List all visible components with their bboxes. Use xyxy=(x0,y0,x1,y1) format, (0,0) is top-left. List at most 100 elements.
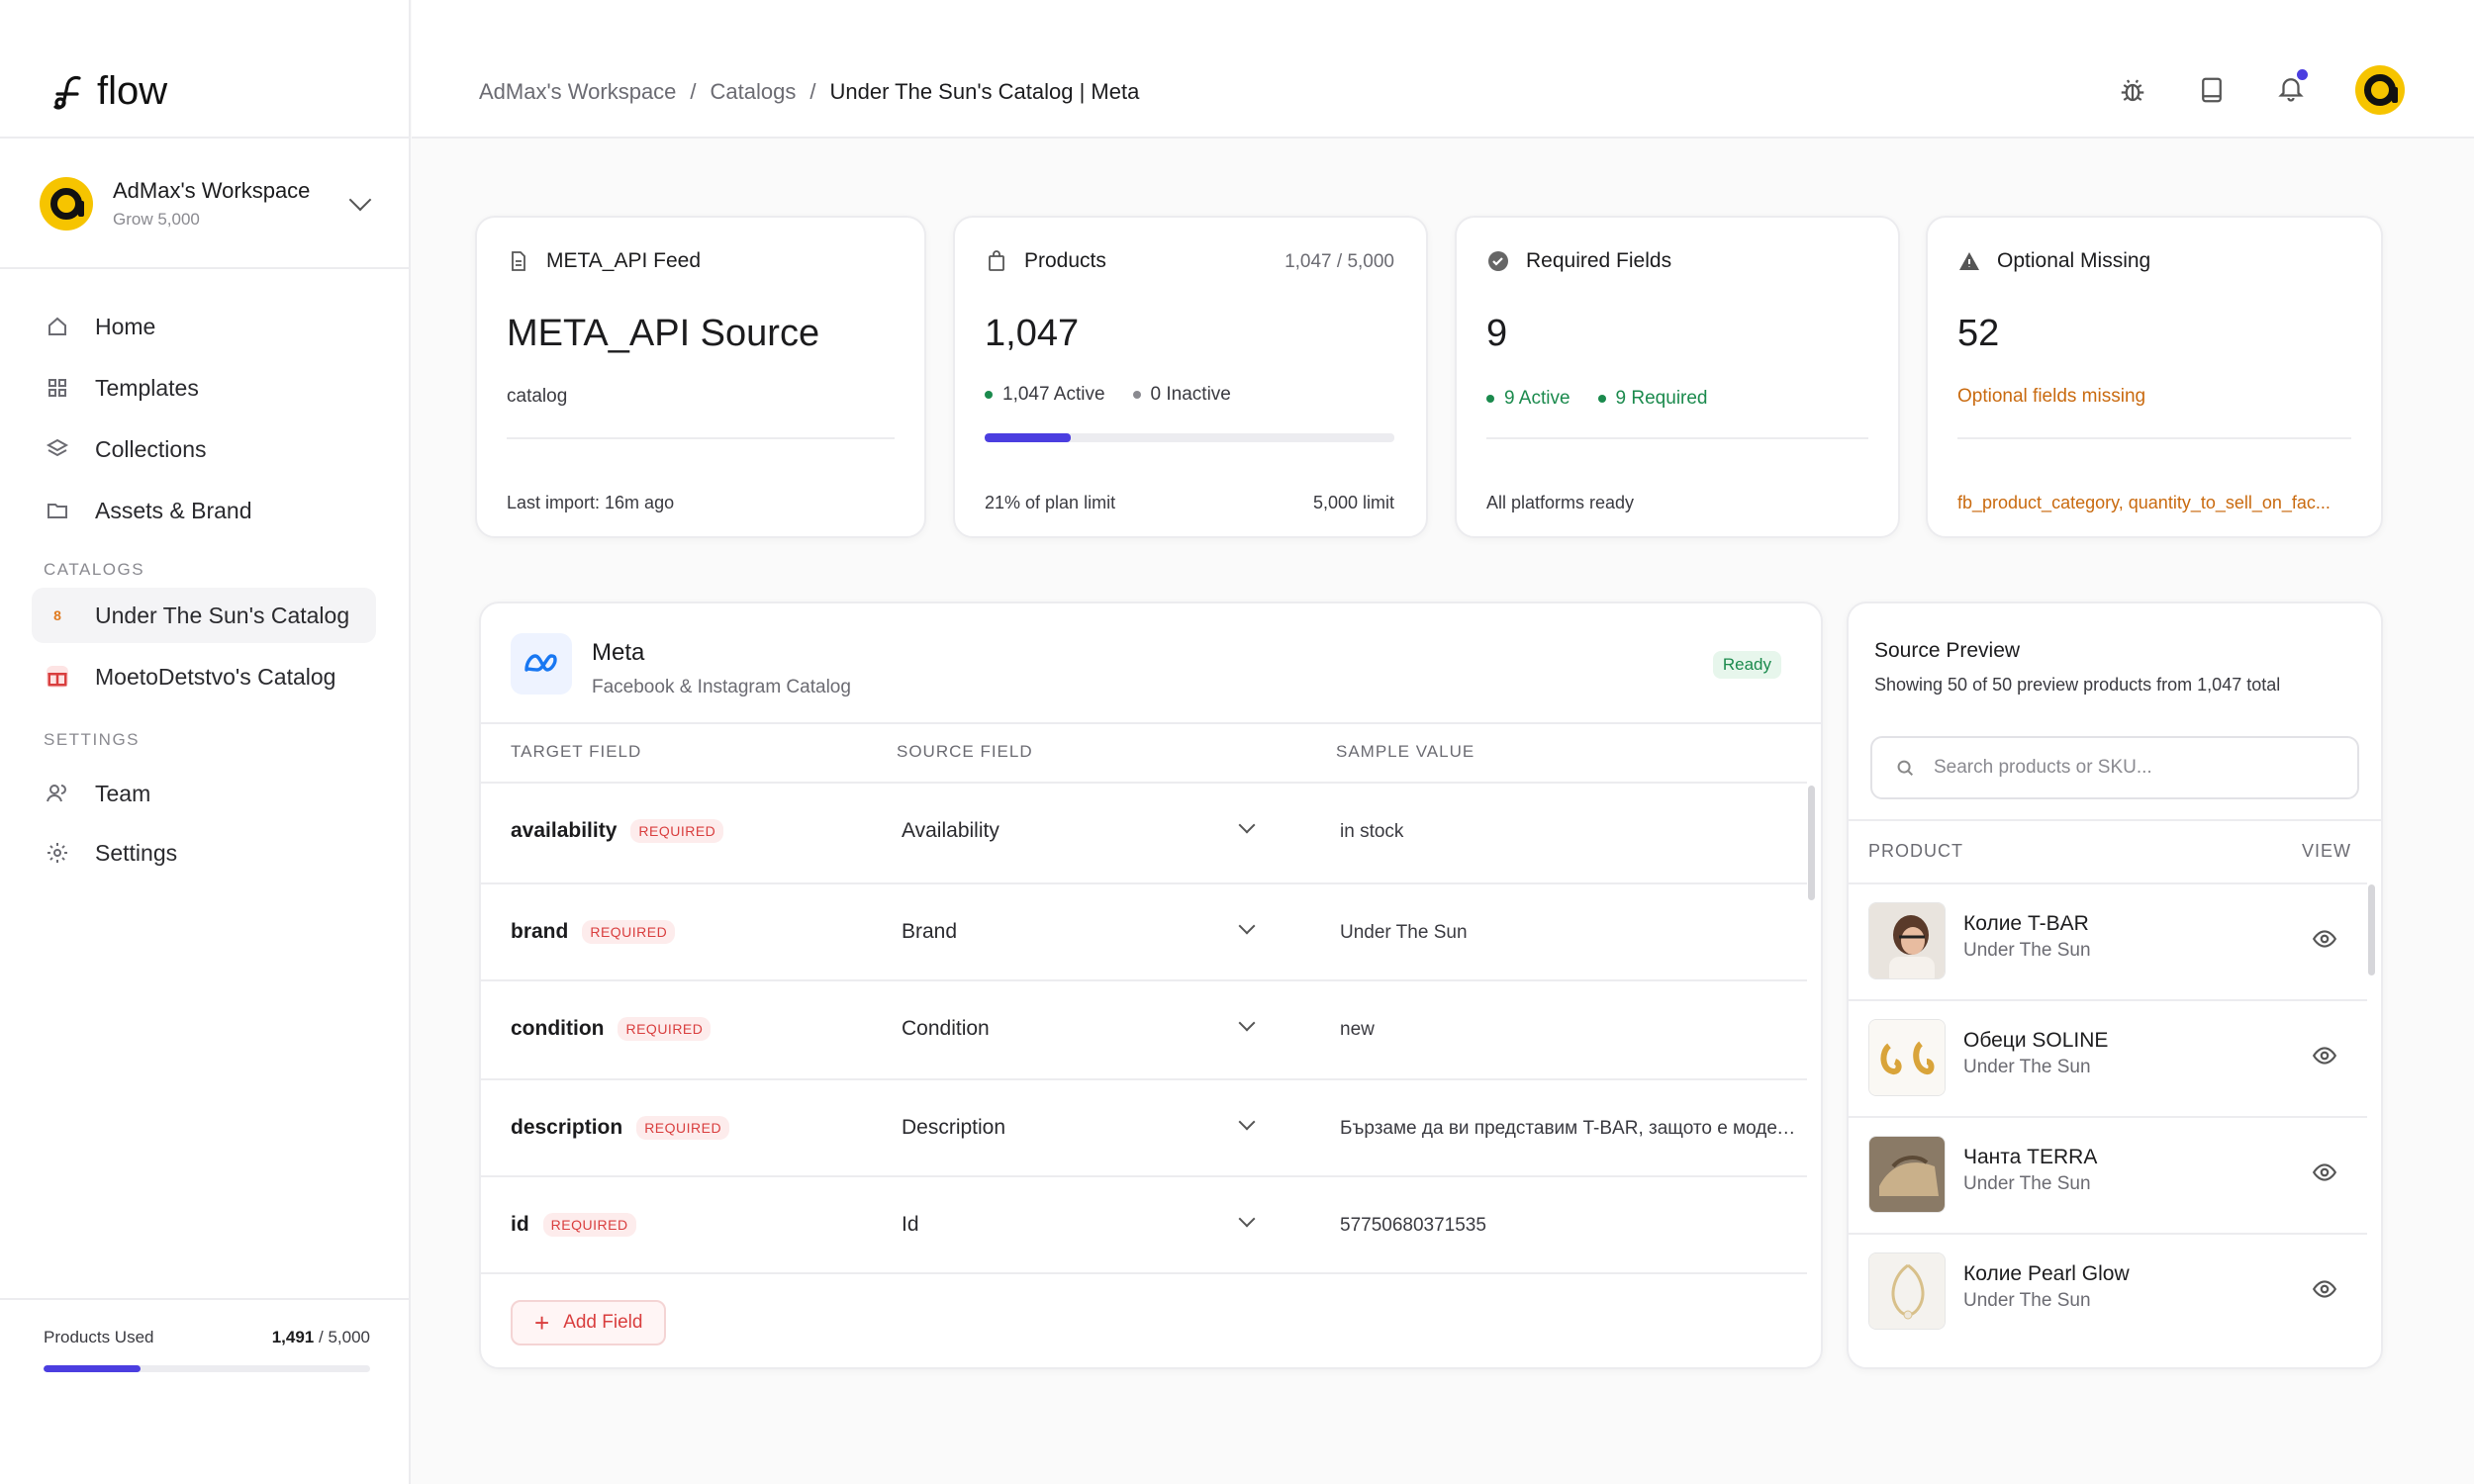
flow-logo-icon xyxy=(53,75,81,110)
gear-icon xyxy=(44,839,71,867)
list-item[interactable]: Колие Pearl Glow Under The Sun xyxy=(1849,1233,2367,1349)
breadcrumb-catalogs[interactable]: Catalogs xyxy=(711,79,797,105)
sample-value: new xyxy=(1340,1019,1375,1040)
catalog-name: MoetoDetstvo's Catalog xyxy=(95,663,336,690)
source-field-select[interactable]: Description xyxy=(902,1116,1005,1140)
source-field-select[interactable]: Condition xyxy=(902,1017,990,1041)
usage-used: 1,491 xyxy=(271,1328,315,1346)
source-field-select[interactable]: Id xyxy=(902,1213,919,1237)
required-tag: REQUIRED xyxy=(542,1213,636,1237)
workspace-name: AdMax's Workspace xyxy=(113,178,311,203)
table-row: condition REQUIRED Condition new xyxy=(481,979,1807,1076)
table-row: id REQUIRED Id 57750680371535 xyxy=(481,1175,1807,1274)
eye-icon[interactable] xyxy=(2312,1159,2337,1185)
optional-sub: Optional fields missing xyxy=(1957,386,2146,407)
sidebar: flow AdMax's Workspace Grow 5,000 Home T… xyxy=(0,0,411,1484)
products-active: 1,047 Active xyxy=(1002,384,1105,405)
gift-icon xyxy=(47,666,68,688)
breadcrumb-separator: / xyxy=(690,79,697,104)
plus-icon: + xyxy=(534,1308,550,1338)
optional-title: Optional Missing xyxy=(1997,249,2151,272)
eye-icon[interactable] xyxy=(2312,1043,2337,1068)
chevron-down-icon[interactable] xyxy=(1238,1014,1256,1032)
chevron-down-icon[interactable] xyxy=(1238,917,1256,935)
search-input[interactable] xyxy=(1934,757,2330,779)
notifications-button[interactable] xyxy=(2276,68,2308,108)
target-field: description xyxy=(511,1116,623,1139)
top-bar: AdMax's Workspace / Catalogs / Under The… xyxy=(412,0,2474,139)
feed-title: META_API Feed xyxy=(546,249,702,272)
breadcrumb-workspace[interactable]: AdMax's Workspace xyxy=(479,79,676,105)
product-thumbnail xyxy=(1868,1252,1946,1330)
products-count: 1,047 / 5,000 xyxy=(1285,251,1394,272)
list-item[interactable]: Обеци SOLINE Under The Sun xyxy=(1849,999,2367,1116)
nav-assets-brand[interactable]: Assets & Brand xyxy=(32,483,376,538)
required-tag: REQUIRED xyxy=(636,1116,730,1140)
eye-icon[interactable] xyxy=(2312,926,2337,952)
eye-icon[interactable] xyxy=(2312,1276,2337,1302)
nav-catalog-under-the-sun[interactable]: 8 Under The Sun's Catalog xyxy=(32,588,376,643)
products-title: Products xyxy=(1024,249,1106,272)
required-value: 9 xyxy=(1486,313,1508,354)
source-field-select[interactable]: Availability xyxy=(902,819,999,843)
required-tag: REQUIRED xyxy=(582,920,676,944)
chevron-down-icon xyxy=(348,188,372,212)
app-logo[interactable]: flow xyxy=(49,69,167,114)
platform-subtitle: Facebook & Instagram Catalog xyxy=(592,677,851,697)
product-thumbnail xyxy=(1868,902,1946,979)
chevron-down-icon[interactable] xyxy=(1238,1113,1256,1131)
usage-label: Products Used xyxy=(44,1328,154,1346)
plan-limit-percent: 21% of plan limit xyxy=(985,493,1116,512)
breadcrumb-current: Under The Sun's Catalog | Meta xyxy=(829,79,1140,104)
workspace-plan: Grow 5,000 xyxy=(113,210,200,229)
list-scrollbar[interactable] xyxy=(2368,884,2375,975)
nav-templates[interactable]: Templates xyxy=(32,360,376,416)
nav-home[interactable]: Home xyxy=(32,299,376,354)
usage-progress-bar xyxy=(44,1365,370,1372)
nav-catalog-moetodetstvo[interactable]: MoetoDetstvo's Catalog xyxy=(32,649,376,704)
required-title: Required Fields xyxy=(1526,249,1672,272)
table-scrollbar[interactable] xyxy=(1808,786,1815,900)
source-field-select[interactable]: Brand xyxy=(902,920,957,944)
sample-value: 57750680371535 xyxy=(1340,1215,1486,1236)
table-row: brand REQUIRED Brand Under The Sun xyxy=(481,882,1807,979)
sample-value: Under The Sun xyxy=(1340,922,1468,943)
logo-text: flow xyxy=(97,69,168,113)
column-header-source: SOURCE FIELD xyxy=(897,742,1033,761)
product-brand: Under The Sun xyxy=(1963,940,2091,961)
bug-icon[interactable] xyxy=(2118,75,2147,105)
target-field: condition xyxy=(511,1017,605,1040)
grid-icon xyxy=(44,374,71,402)
nav-collections[interactable]: Collections xyxy=(32,421,376,477)
user-avatar[interactable] xyxy=(2355,65,2405,115)
product-search[interactable] xyxy=(1870,736,2359,799)
nav-settings[interactable]: Settings xyxy=(32,825,376,881)
preview-subtitle: Showing 50 of 50 preview products from 1… xyxy=(1874,675,2281,695)
home-icon xyxy=(44,313,71,340)
nav-team[interactable]: Team xyxy=(32,766,376,821)
product-brand: Under The Sun xyxy=(1963,1057,2091,1077)
list-item[interactable]: Чанта TERRA Under The Sun xyxy=(1849,1116,2367,1233)
check-circle-icon xyxy=(1488,251,1508,271)
product-name: Колие T-BAR xyxy=(1963,912,2089,935)
products-card: Products 1,047 / 5,000 1,047 1,047 Activ… xyxy=(953,216,1428,538)
add-field-button[interactable]: + Add Field xyxy=(511,1300,667,1345)
divider xyxy=(0,137,411,139)
divider xyxy=(0,1298,411,1300)
preview-title: Source Preview xyxy=(1874,639,2021,662)
column-header-view: VIEW xyxy=(2301,841,2351,861)
book-icon[interactable] xyxy=(2197,75,2227,105)
required-tag: REQUIRED xyxy=(630,819,724,843)
optional-missing-card: Optional Missing 52 Optional fields miss… xyxy=(1926,216,2383,538)
target-field: id xyxy=(511,1213,529,1236)
plan-progress-fill xyxy=(985,433,1071,442)
breadcrumb-separator: / xyxy=(809,79,816,104)
product-brand: Under The Sun xyxy=(1963,1290,2091,1311)
workspace-switcher[interactable]: AdMax's Workspace Grow 5,000 xyxy=(40,174,376,233)
feed-sub: catalog xyxy=(507,386,568,407)
list-item[interactable]: Колие T-BAR Under The Sun xyxy=(1849,882,2367,999)
optional-value: 52 xyxy=(1957,313,2000,354)
chevron-down-icon[interactable] xyxy=(1238,1210,1256,1228)
chevron-down-icon[interactable] xyxy=(1238,816,1256,834)
search-icon xyxy=(1897,760,1914,777)
